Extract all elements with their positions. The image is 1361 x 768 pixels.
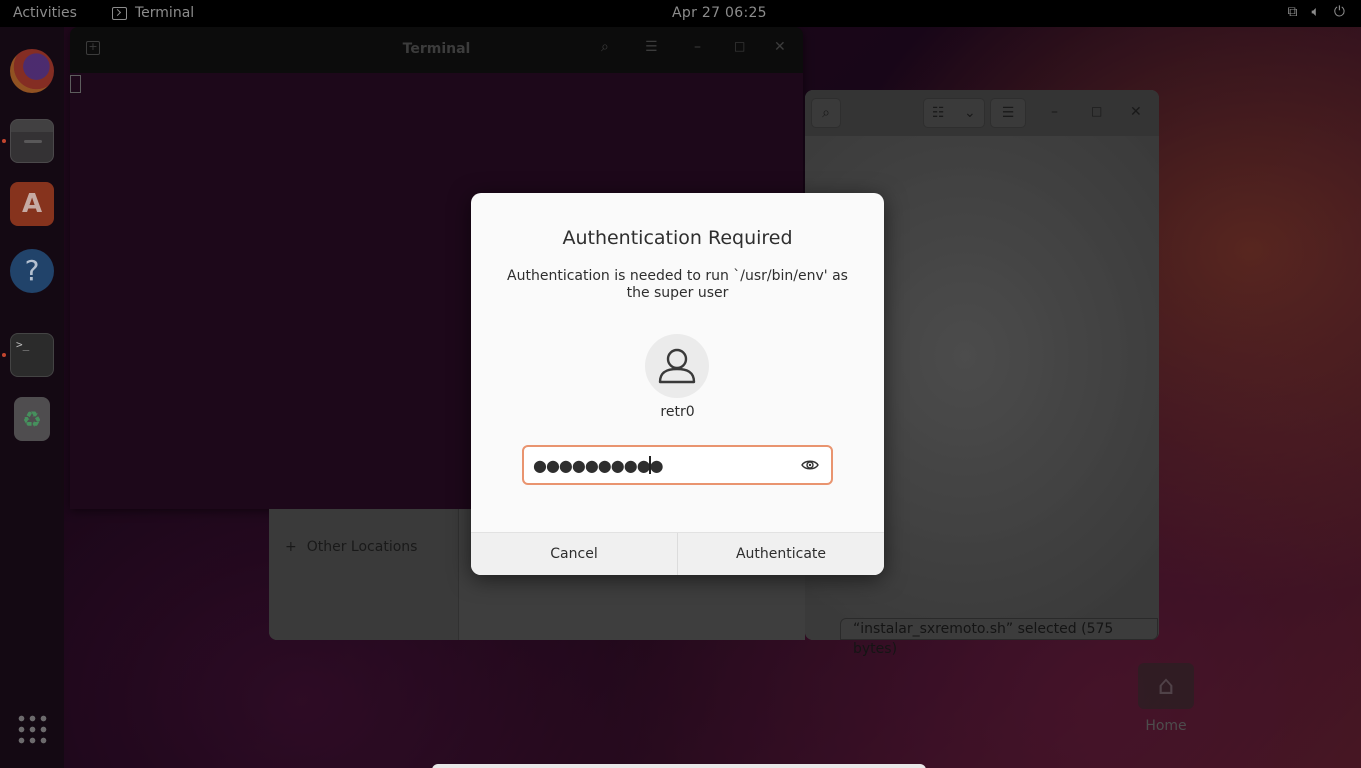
activities-button[interactable]: Activities	[13, 5, 77, 21]
app-menu-label: Terminal	[135, 5, 195, 21]
dialog-title: Authentication Required	[562, 227, 793, 249]
files-icon[interactable]	[10, 119, 54, 163]
top-bar: Activities Terminal Apr 27 06:25 ⧉ 🔈︎ ⏻	[0, 0, 1361, 27]
dialog-message: Authentication is needed to run `/usr/bi…	[507, 268, 848, 301]
power-icon: ⏻	[1333, 4, 1345, 20]
running-indicator	[2, 353, 6, 357]
dock: A ? >_ ♻	[0, 27, 64, 768]
dialog-button-row: Cancel Authenticate	[471, 532, 884, 575]
username-label: retr0	[660, 404, 695, 420]
terminal-icon	[112, 6, 127, 20]
trash-icon[interactable]: ♻	[14, 397, 50, 441]
help-icon[interactable]: ?	[10, 249, 54, 293]
avatar	[645, 334, 709, 398]
running-indicator	[2, 139, 6, 143]
notification-strip	[432, 764, 926, 768]
text-caret	[649, 456, 651, 474]
app-menu[interactable]: Terminal	[112, 5, 194, 21]
terminal-icon[interactable]: >_	[10, 333, 54, 377]
system-tray[interactable]: ⧉ 🔈︎ ⏻	[1288, 4, 1345, 20]
cancel-button[interactable]: Cancel	[471, 533, 678, 575]
volume-icon: 🔈︎	[1311, 4, 1320, 20]
authenticate-button[interactable]: Authenticate	[678, 533, 884, 575]
user-icon	[658, 348, 696, 384]
authentication-dialog: Authentication Required Authentication i…	[471, 193, 884, 575]
network-icon: ⧉	[1287, 4, 1298, 20]
firefox-icon[interactable]	[10, 49, 54, 93]
show-password-icon[interactable]	[801, 457, 819, 473]
app-center-icon[interactable]: A	[10, 182, 54, 226]
show-apps-icon[interactable]	[16, 713, 48, 745]
clock[interactable]: Apr 27 06:25	[672, 5, 767, 21]
password-field[interactable]	[522, 445, 833, 485]
